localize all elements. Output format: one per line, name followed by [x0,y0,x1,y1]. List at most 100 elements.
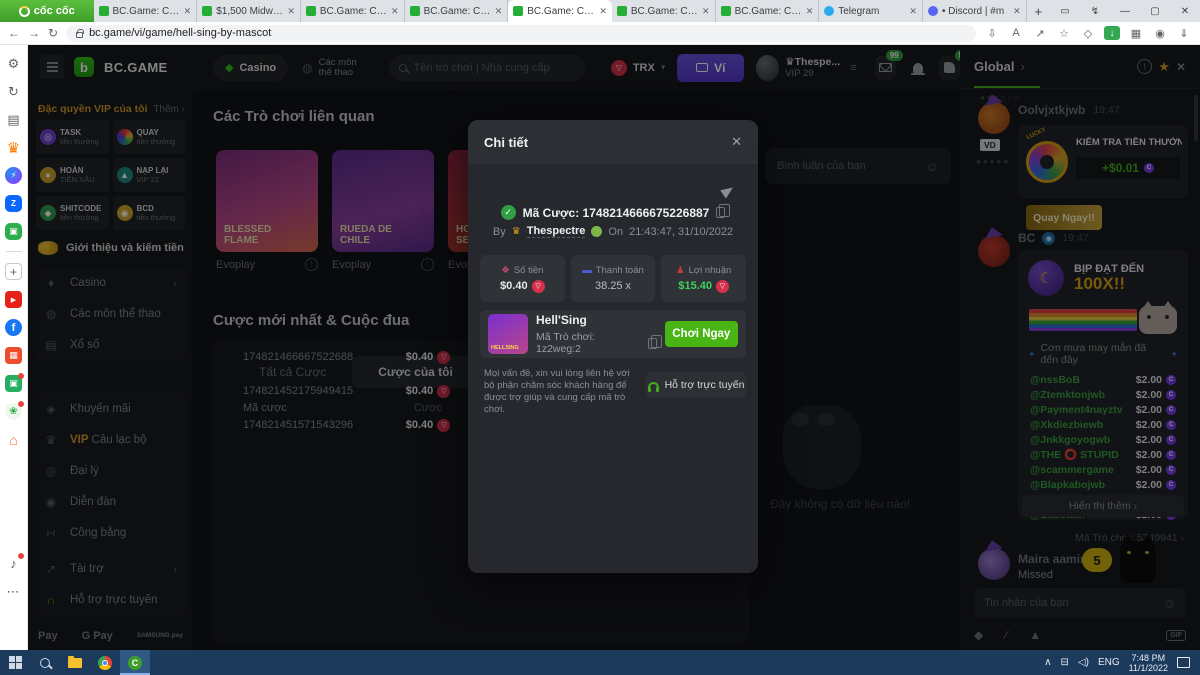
taskbar-search-button[interactable] [30,650,60,675]
back-button[interactable]: ← [8,26,20,40]
tab-close-icon[interactable]: ✕ [184,6,192,17]
adblock-shield-icon[interactable]: ◇ [1080,27,1096,40]
copy-icon[interactable] [716,204,731,218]
browser-tab[interactable]: $1,500 Midweek ✕ [197,0,301,22]
cart-icon[interactable]: ⌂ [5,431,22,448]
save-page-icon[interactable]: ⇩ [984,27,1000,40]
chat-rules-icon[interactable]: ! [1137,59,1153,74]
winner-name[interactable]: @scammergame [1030,464,1114,476]
chat-username[interactable]: BC [1018,231,1035,245]
winner-name[interactable]: @Blapkabojwb [1030,479,1105,491]
facebook-icon[interactable]: f [5,319,22,336]
info-icon[interactable]: ! [421,258,434,271]
unread-count-bubble[interactable]: 5 [1082,548,1112,572]
maximize-button[interactable]: ▢ [1140,6,1170,17]
play-now-button[interactable]: Chơi Ngay [664,321,738,347]
chat-message-input[interactable]: Tin nhắn của bạn ☺ [974,588,1186,618]
browser-garden-icon[interactable]: ❀ [5,401,24,420]
vip-card[interactable]: ◎ TASK tiền thưởng [36,120,109,154]
tab-close-icon[interactable]: ✕ [287,6,295,17]
add-icon[interactable]: + [5,263,22,280]
trophy-icon[interactable]: ★ [1158,59,1170,75]
vip-crown-icon[interactable]: ♛ [5,139,22,157]
browser-tab[interactable]: BC.Game: Crypto ✕ [94,0,198,22]
inbox-button[interactable]: 99 [874,49,903,80]
sidebar-menu-item[interactable]: ◍ Các môn thể thao [34,298,187,329]
game-card[interactable]: BLESSED FLAME [216,150,318,252]
tab-close-icon[interactable]: ✕ [806,6,814,17]
live-support-button[interactable]: Hỗ trợ trực tuyến [646,372,746,398]
downloads-tray-icon[interactable]: ⇓ [1176,27,1192,40]
vip-more-link[interactable]: Thêm › [153,104,185,115]
sidebar-menu-item[interactable]: ↗ Tài trợ › [34,553,187,584]
bookmark-star-icon[interactable]: ☆ [1056,27,1072,40]
browser-tab[interactable]: BC.Game: Crypto ✕ [301,0,405,22]
chat-tab-global[interactable]: Global [974,59,1014,74]
game-card[interactable]: RUEDA DE CHILE [332,150,434,252]
gift-icon[interactable]: ▣ [5,373,24,392]
chat-scrollbar[interactable] [1194,95,1198,141]
currency-selector[interactable]: ▽ TRX ▾ [610,59,665,76]
sidebar-menu-item[interactable]: ∺ Công bằng [34,517,187,548]
tab-close-icon[interactable]: ✕ [495,6,503,17]
bcgame-logo-text[interactable]: BC.GAME [104,60,168,75]
browser-tab[interactable]: BC.Game: Crypto ✕ [612,0,716,22]
browser-tab[interactable]: Telegram ✕ [819,0,923,22]
coccoc-brand[interactable]: cốc cốc [0,0,94,22]
sidebar-menu-item[interactable]: ◈ Khuyến mãi [34,393,187,424]
browser-tab[interactable]: BC.Game: Crypto ✕ [508,0,612,22]
messenger-icon[interactable]: ⚡ [5,167,22,184]
bcgame-logo-icon[interactable]: b [74,57,94,77]
reading-list-icon[interactable]: ▤ [5,111,22,128]
browser-tab[interactable]: BC.Game: Crypto ✕ [405,0,509,22]
sidebar-menu-item[interactable]: ∩ Hỗ trợ trực tuyến [34,584,187,615]
winner-name[interactable]: @nssBoB [1030,374,1080,386]
shop-icon[interactable]: ▦ [5,347,22,364]
chevron-right-icon[interactable]: › [1020,59,1024,74]
vip-card[interactable]: ◆ SHITCODE tiền thưởng [36,196,109,230]
vip-card[interactable]: QUAY tiền thưởng [112,120,185,154]
sidebar-menu-item[interactable]: ◎ Đại lý [34,455,187,486]
bet-author[interactable]: Thespectre [526,225,586,238]
sports-tab[interactable]: ◍ Các môn thể thao [302,57,370,78]
download-button[interactable]: ↓ [1104,26,1120,40]
winner-name[interactable]: @THE ⭕ STUPID [1030,448,1119,461]
rain-feature-icon[interactable]: ◆ [974,628,983,642]
share-icon[interactable]: ↗ [1032,27,1048,40]
tray-expand-icon[interactable]: ∧ [1044,657,1051,668]
action-center-icon[interactable] [1177,657,1190,668]
commands-icon[interactable]: ∕ [1005,628,1007,642]
translate-icon[interactable]: A [1008,27,1024,39]
rain-promo-card[interactable]: ☾ BỊP ĐẠT ĐẾN 100X!! ✦ Cơn mưa may mắn đ… [1018,250,1188,521]
sidebar-menu-item[interactable]: ♛ VIP Câu lạc bộ [34,424,187,455]
tab-close-icon[interactable]: ✕ [702,6,710,17]
game-thumbnail[interactable]: HELLSING [488,314,528,354]
chat-avatar[interactable] [978,548,1010,580]
divider[interactable] [5,251,22,252]
coccoc-button[interactable]: C [120,650,150,675]
chat-close-icon[interactable]: ✕ [1176,60,1186,74]
close-button[interactable]: ✕ [1170,6,1200,17]
vip-card[interactable]: ▲ NẠP LẠI VIP 22 [112,158,185,192]
modal-close-icon[interactable]: ✕ [731,134,742,150]
gif-icon[interactable]: GIF [1166,629,1186,641]
notifications-button[interactable] [908,56,929,80]
history-icon[interactable]: ↻ [5,83,22,100]
browser-tab[interactable]: BC.Game: Crypto ✕ [716,0,820,22]
notifications-bell-icon[interactable]: ♪ [5,553,24,572]
emoji-icon[interactable]: ☺ [1163,596,1176,611]
user-info[interactable]: ♛Thespe... VIP 29 [785,56,840,79]
network-icon[interactable]: ⊟ [1061,657,1069,668]
tab-close-icon[interactable]: ✕ [391,6,399,17]
show-more-button[interactable]: Hiển thị thêm › [1022,495,1184,517]
address-bar[interactable]: bc.game/vi/game/hell-sing-by-mascot [66,24,976,42]
language-indicator[interactable]: ENG [1098,657,1120,668]
new-tab-button[interactable]: + [1027,0,1050,22]
more-icon[interactable]: ⋯ [5,583,22,600]
chat-toggle-button[interactable]: 5 [938,49,967,80]
chat-username[interactable]: Oolvjxtkjwb [1018,103,1085,117]
spin-now-button[interactable]: Quay Ngay!! [1026,205,1102,230]
zalo-icon[interactable]: Z [5,195,22,212]
tab-close-icon[interactable]: ✕ [909,6,917,17]
youtube-icon[interactable]: ▶ [5,291,22,308]
